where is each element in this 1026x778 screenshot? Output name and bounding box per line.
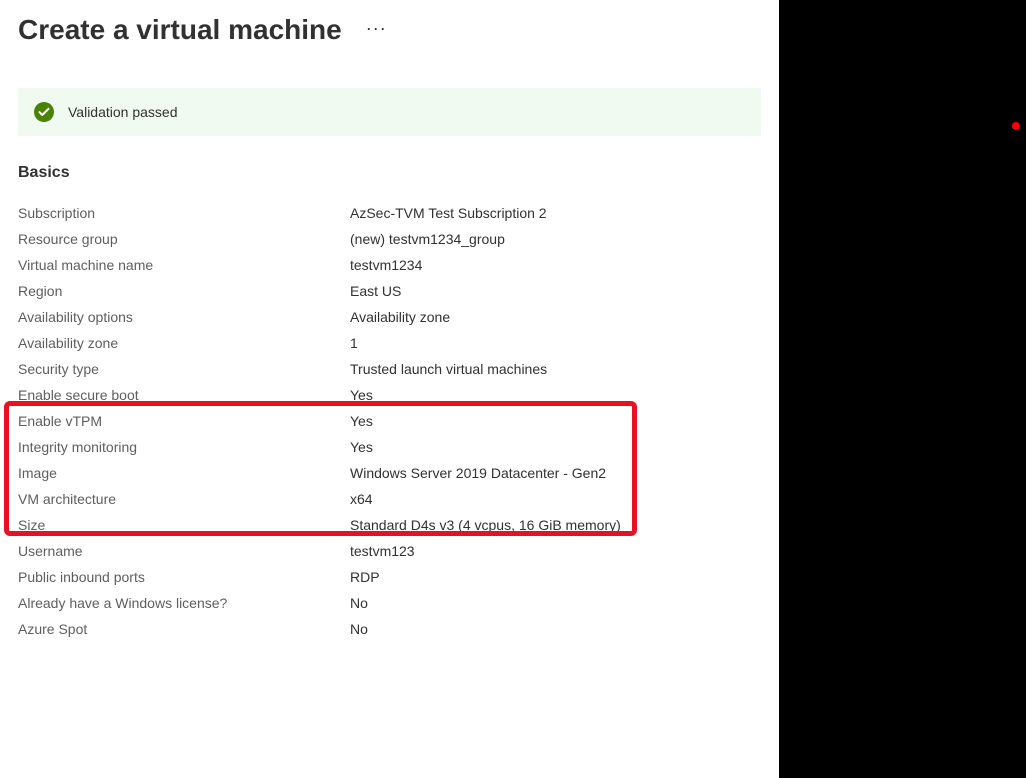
prop-row-security-type: Security type Trusted launch virtual mac… — [18, 356, 779, 382]
prop-value: Standard D4s v3 (4 vcpus, 16 GiB memory) — [350, 517, 621, 533]
prop-label: Availability options — [18, 309, 350, 325]
prop-value: Windows Server 2019 Datacenter - Gen2 — [350, 465, 606, 481]
prop-value: AzSec-TVM Test Subscription 2 — [350, 205, 547, 221]
prop-row-region: Region East US — [18, 278, 779, 304]
prop-row-availability-zone: Availability zone 1 — [18, 330, 779, 356]
check-circle-icon — [34, 102, 54, 122]
prop-value: RDP — [350, 569, 380, 585]
prop-row-public-inbound-ports: Public inbound ports RDP — [18, 564, 779, 590]
prop-value: Yes — [350, 413, 373, 429]
prop-row-vm-architecture: VM architecture x64 — [18, 486, 779, 512]
page-title-row: Create a virtual machine ··· — [18, 14, 779, 46]
prop-label: Enable secure boot — [18, 387, 350, 403]
recording-indicator-icon — [1012, 122, 1020, 130]
prop-label: Subscription — [18, 205, 350, 221]
prop-label: Enable vTPM — [18, 413, 350, 429]
prop-label: Public inbound ports — [18, 569, 350, 585]
prop-value: No — [350, 595, 368, 611]
prop-label: Security type — [18, 361, 350, 377]
prop-label: Resource group — [18, 231, 350, 247]
prop-row-size: Size Standard D4s v3 (4 vcpus, 16 GiB me… — [18, 512, 779, 538]
prop-row-secure-boot: Enable secure boot Yes — [18, 382, 779, 408]
prop-row-availability-options: Availability options Availability zone — [18, 304, 779, 330]
prop-value: (new) testvm1234_group — [350, 231, 505, 247]
section-title-basics: Basics — [18, 164, 779, 182]
prop-value: x64 — [350, 491, 373, 507]
prop-row-username: Username testvm123 — [18, 538, 779, 564]
prop-value: Yes — [350, 387, 373, 403]
prop-label: Azure Spot — [18, 621, 350, 637]
validation-message: Validation passed — [68, 104, 177, 120]
main-content-panel: Create a virtual machine ··· Validation … — [0, 0, 779, 778]
prop-label: VM architecture — [18, 491, 350, 507]
prop-row-vtpm: Enable vTPM Yes — [18, 408, 779, 434]
validation-banner: Validation passed — [18, 88, 761, 136]
prop-label: Size — [18, 517, 350, 533]
prop-label: Availability zone — [18, 335, 350, 351]
prop-label: Already have a Windows license? — [18, 595, 350, 611]
prop-label: Integrity monitoring — [18, 439, 350, 455]
prop-row-vm-name: Virtual machine name testvm1234 — [18, 252, 779, 278]
prop-label: Username — [18, 543, 350, 559]
prop-row-windows-license: Already have a Windows license? No — [18, 590, 779, 616]
prop-value: testvm1234 — [350, 257, 422, 273]
basics-property-list: Subscription AzSec-TVM Test Subscription… — [18, 200, 779, 642]
more-actions-button[interactable]: ··· — [366, 18, 387, 43]
prop-row-resource-group: Resource group (new) testvm1234_group — [18, 226, 779, 252]
prop-label: Virtual machine name — [18, 257, 350, 273]
prop-value: testvm123 — [350, 543, 415, 559]
prop-value: East US — [350, 283, 401, 299]
prop-value: Availability zone — [350, 309, 450, 325]
prop-row-integrity-monitoring: Integrity monitoring Yes — [18, 434, 779, 460]
prop-value: Trusted launch virtual machines — [350, 361, 547, 377]
prop-value: No — [350, 621, 368, 637]
right-black-panel — [779, 0, 1026, 778]
prop-value: Yes — [350, 439, 373, 455]
page-title: Create a virtual machine — [18, 14, 342, 46]
prop-value: 1 — [350, 335, 358, 351]
prop-row-subscription: Subscription AzSec-TVM Test Subscription… — [18, 200, 779, 226]
prop-row-image: Image Windows Server 2019 Datacenter - G… — [18, 460, 779, 486]
prop-row-azure-spot: Azure Spot No — [18, 616, 779, 642]
prop-label: Image — [18, 465, 350, 481]
prop-label: Region — [18, 283, 350, 299]
